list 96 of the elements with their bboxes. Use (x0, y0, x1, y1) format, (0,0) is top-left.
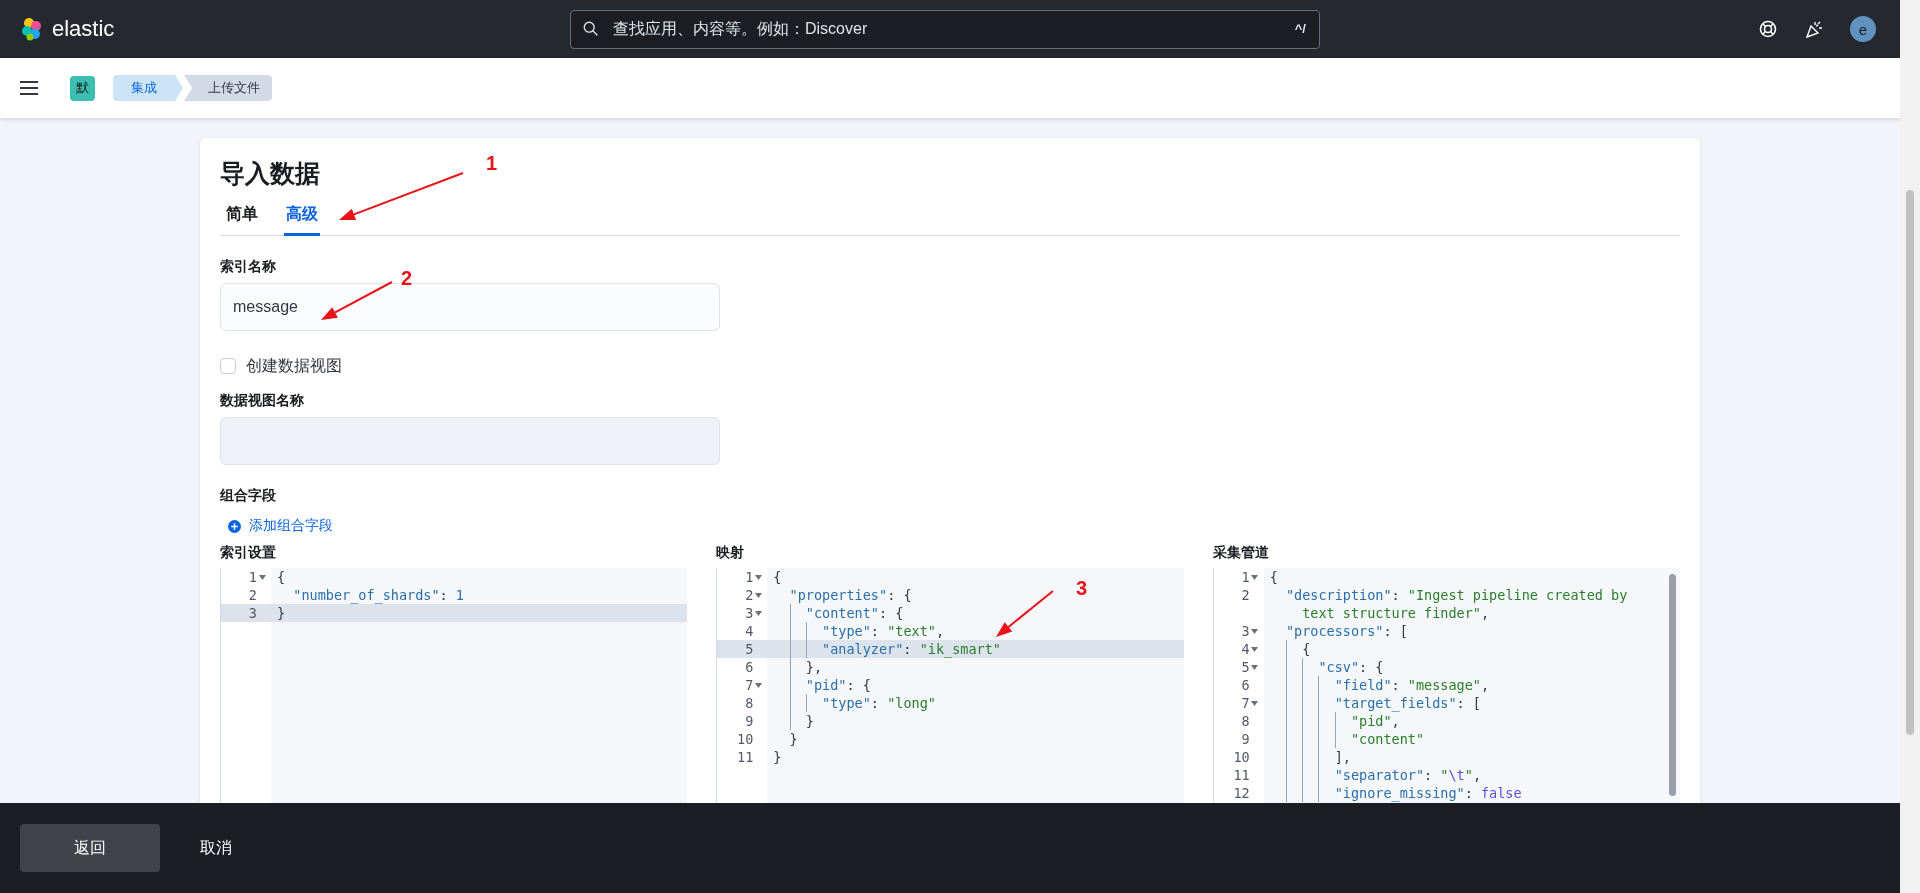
code-line: { (276, 568, 287, 586)
code-line: "properties": { (788, 586, 912, 604)
code-line: "processors": [ (1284, 622, 1408, 640)
scrollbar[interactable] (1900, 0, 1920, 893)
code-line: "csv": { (1263, 658, 1384, 676)
logo-text[interactable]: elastic (52, 16, 115, 42)
tab[interactable]: 简单 (224, 196, 260, 236)
code-line: "separator": "\t", (1263, 766, 1481, 784)
code-line: "description": "Ingest pipeline created by text structure finder", (1284, 586, 1629, 622)
line-number: 4 (1241, 640, 1250, 658)
line-number: 1 (745, 568, 754, 586)
code-line: { (772, 568, 783, 586)
field-label: 数据视图名称 (220, 391, 305, 409)
fold-icon[interactable] (258, 574, 266, 580)
code-line: } (767, 712, 823, 730)
user-avatar[interactable]: e (1850, 16, 1876, 42)
help-icon[interactable] (1758, 19, 1778, 39)
fold-icon[interactable] (1251, 700, 1259, 706)
code-editor[interactable] (1212, 568, 1680, 803)
line-number: 1 (1241, 568, 1250, 586)
code-line: { (1263, 640, 1319, 658)
line-number: 2 (248, 586, 257, 604)
code-line: "pid", (1263, 712, 1400, 730)
fold-icon[interactable] (1251, 664, 1259, 670)
fold-icon[interactable] (1251, 574, 1259, 580)
code-line: "analyzer": "ik_smart" (767, 640, 1001, 658)
line-number: 4 (745, 622, 754, 640)
annotation-number: 1 (486, 152, 498, 174)
plus-circle-icon (228, 519, 241, 533)
cancel-button[interactable]: 取消 (194, 824, 238, 872)
breadcrumb: 上传文件 (184, 75, 272, 101)
code-line: "type": "long" (767, 694, 936, 712)
line-number: 9 (745, 712, 754, 730)
logo-icon[interactable] (20, 17, 44, 41)
page-title: 导入数据 (220, 158, 320, 189)
breadcrumb[interactable]: 集成 (113, 75, 183, 101)
editor-label: 映射 (716, 543, 746, 561)
line-number: 8 (745, 694, 754, 712)
code-line: "field": "message", (1263, 676, 1490, 694)
line-number: 2 (745, 586, 754, 604)
editor-label: 索引设置 (220, 543, 277, 561)
space-avatar[interactable]: 默 (70, 75, 95, 101)
line-number: 11 (1233, 766, 1250, 784)
code-line: "ignore_missing": false (1263, 784, 1522, 802)
back-button[interactable]: 返回 (20, 824, 160, 872)
search-icon (582, 19, 600, 38)
annotation-number: 3 (1076, 577, 1088, 599)
line-number: 5 (745, 640, 754, 658)
code-line: { (1268, 568, 1279, 586)
code-line: "target_fields": [ (1263, 694, 1481, 712)
line-number: 2 (1241, 586, 1250, 604)
fold-icon[interactable] (754, 682, 762, 688)
party-popper-icon[interactable] (1804, 19, 1824, 39)
code-line: "content" (1263, 730, 1425, 748)
line-number: 3 (248, 604, 257, 622)
menu-icon[interactable] (20, 81, 38, 95)
add-link[interactable]: 添加组合字段 (220, 516, 339, 536)
line-number: 7 (745, 676, 754, 694)
scrollbar[interactable] (1669, 574, 1676, 796)
line-number: 10 (1233, 748, 1250, 766)
shortcut-hint: ^/ (1294, 20, 1306, 36)
fold-icon[interactable] (754, 592, 762, 598)
line-number: 6 (1241, 676, 1250, 694)
field-label: 索引名称 (220, 257, 277, 275)
line-number: 11 (737, 748, 754, 766)
line-number: 5 (1241, 658, 1250, 676)
code-line: "type": "text", (767, 622, 945, 640)
annotation-arrow (321, 281, 393, 320)
checkbox-label[interactable]: 创建数据视图 (246, 355, 342, 377)
line-number: 10 (737, 730, 754, 748)
code-editor[interactable]: 1 { 2 "number_of_shards": 1 3 } (220, 568, 688, 803)
annotation-arrow (996, 590, 1054, 637)
code-line: ], (1263, 748, 1351, 766)
editor-label: 采集管道 (1212, 543, 1270, 561)
fold-icon[interactable] (1251, 628, 1259, 634)
line-number: 3 (745, 604, 754, 622)
line-number: 6 (745, 658, 754, 676)
section-label: 组合字段 (220, 486, 277, 504)
fold-icon[interactable] (754, 610, 762, 616)
checkbox[interactable] (220, 358, 236, 374)
line-number: 12 (1233, 784, 1250, 802)
line-number: 1 (248, 568, 257, 586)
code-line: "pid": { (767, 676, 871, 694)
code-line: } (788, 730, 799, 748)
fold-icon[interactable] (754, 574, 762, 580)
code-line: } (276, 604, 287, 622)
line-number: 9 (1241, 730, 1250, 748)
code-line: } (772, 748, 783, 766)
tab[interactable]: 高级 (284, 196, 320, 236)
line-number: 8 (1241, 712, 1250, 730)
code-line: "number_of_shards": 1 (292, 586, 464, 604)
line-number: 7 (1241, 694, 1250, 712)
code-line: }, (767, 658, 823, 676)
fold-icon[interactable] (1251, 646, 1259, 652)
line-number: 3 (1241, 622, 1250, 640)
code-line: "content": { (767, 604, 904, 622)
